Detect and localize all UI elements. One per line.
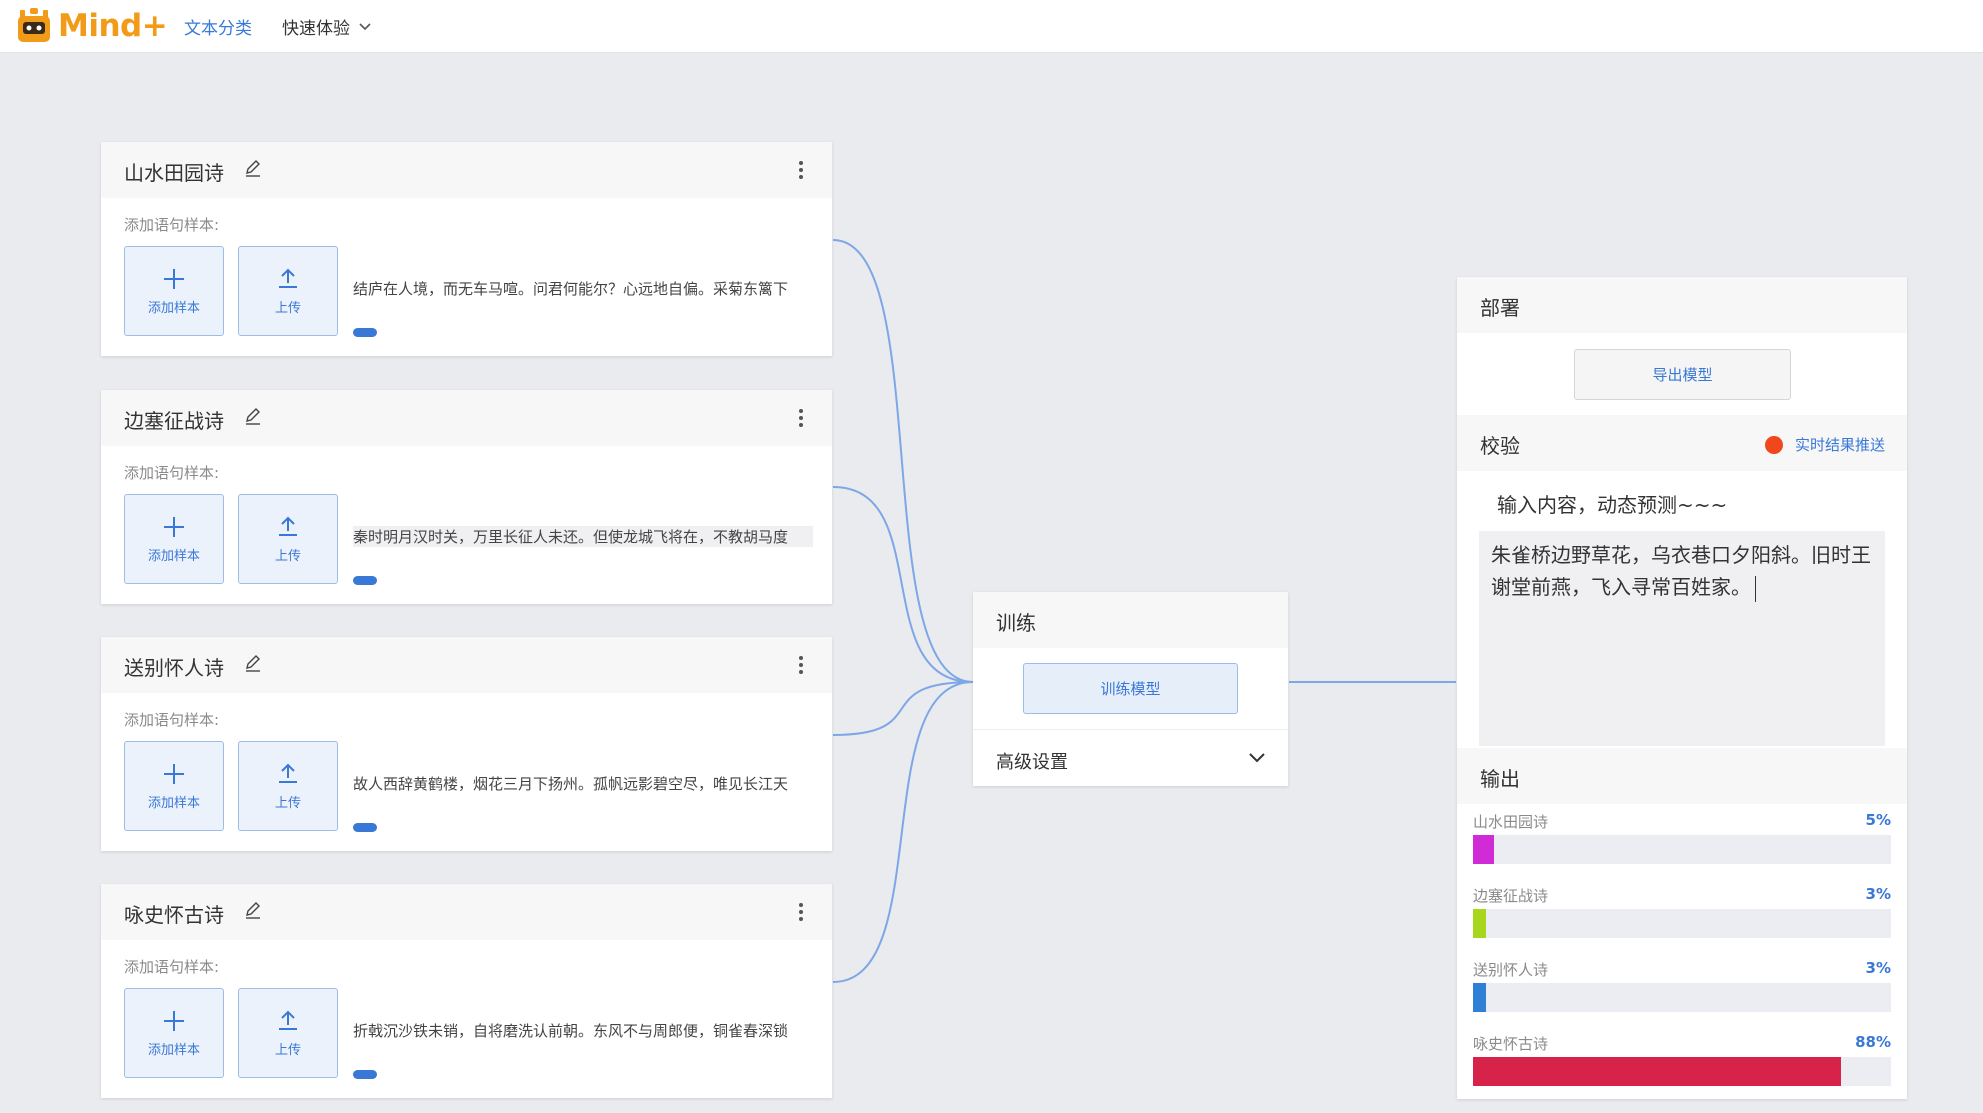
upload-icon — [279, 268, 297, 288]
sample-text-item[interactable]: 秦时明月汉时关，万里长征人未还。但使龙城飞将在，不教胡马度 — [353, 526, 813, 547]
verify-text-input[interactable]: 朱雀桥边野草花，乌衣巷口夕阳斜。旧时王谢堂前燕，飞入寻常百姓家。 — [1479, 531, 1885, 746]
plus-icon — [164, 1010, 184, 1031]
output-percent: 88% — [1855, 1033, 1891, 1051]
edit-pencil-icon[interactable] — [243, 899, 263, 921]
plus-icon — [164, 516, 184, 537]
output-bar-fill — [1473, 1057, 1841, 1086]
train-header: 训练 — [973, 592, 1288, 648]
advanced-settings-toggle[interactable]: 高级设置 — [973, 729, 1288, 786]
output-class-label: 送别怀人诗 — [1473, 961, 1549, 979]
class-card: 边塞征战诗 添加语句样本: 添加样本 上传 秦时明月汉时关，万里长征人未还。但使… — [101, 390, 832, 604]
edit-pencil-icon[interactable] — [243, 405, 263, 427]
output-class-label: 咏史怀古诗 — [1473, 1035, 1549, 1053]
edit-pencil-icon[interactable] — [243, 157, 263, 179]
sample-text-item[interactable]: 结庐在人境，而无车马喧。问君何能尔？心远地自偏。采菊东篱下 — [353, 278, 813, 299]
export-model-button[interactable]: 导出模型 — [1574, 349, 1791, 400]
more-vertical-icon[interactable] — [798, 160, 804, 180]
more-vertical-icon[interactable] — [798, 902, 804, 922]
upload-icon — [279, 763, 297, 783]
class-card: 送别怀人诗 添加语句样本: 添加样本 上传 故人西辞黄鹤楼，烟花三月下扬州。孤帆… — [101, 637, 832, 851]
realtime-push-label: 实时结果推送 — [1794, 436, 1885, 454]
output-bar-track — [1473, 909, 1891, 938]
more-vertical-icon[interactable] — [798, 408, 804, 428]
upload-icon — [279, 516, 297, 536]
class-title: 山水田园诗 — [124, 161, 224, 185]
class-card: 山水田园诗 添加语句样本: 添加样本 上传 结庐在人境，而无车马喧。问君何能尔？… — [101, 142, 832, 356]
train-title: 训练 — [996, 611, 1036, 635]
upload-button[interactable]: 上传 — [238, 741, 338, 831]
output-percent: 5% — [1865, 811, 1891, 829]
scroll-indicator[interactable] — [353, 823, 377, 832]
status-dot — [1764, 435, 1783, 454]
class-title: 咏史怀古诗 — [124, 903, 224, 927]
output-header: 输出 — [1457, 748, 1907, 804]
upload-button[interactable]: 上传 — [238, 988, 338, 1078]
sample-label: 添加语句样本: — [124, 216, 220, 234]
deploy-verify-panel: 部署 导出模型 校验 实时结果推送 输入内容，动态预测~~~ 朱雀桥边野草花，乌… — [1457, 277, 1907, 1099]
text-caret — [1755, 575, 1756, 602]
output-percent: 3% — [1865, 959, 1891, 977]
plus-icon — [164, 763, 184, 784]
upload-label: 上传 — [274, 1042, 301, 1058]
chevron-down-icon — [1249, 753, 1265, 763]
upload-label: 上传 — [274, 795, 301, 811]
scroll-indicator[interactable] — [353, 1070, 377, 1079]
plus-icon — [164, 268, 184, 289]
class-card: 咏史怀古诗 添加语句样本: 添加样本 上传 折戟沉沙铁未销，自将磨洗认前朝。东风… — [101, 884, 832, 1098]
class-card-header: 山水田园诗 — [101, 142, 832, 198]
verify-title: 校验 — [1480, 434, 1520, 458]
upload-icon — [279, 1010, 297, 1030]
output-bar-track — [1473, 1057, 1891, 1086]
class-title: 边塞征战诗 — [124, 409, 224, 433]
deploy-title: 部署 — [1480, 296, 1520, 320]
more-vertical-icon[interactable] — [798, 655, 804, 675]
deploy-header: 部署 — [1457, 277, 1907, 333]
add-sample-label: 添加样本 — [147, 300, 200, 316]
upload-button[interactable]: 上传 — [238, 246, 338, 336]
input-prompt: 输入内容，动态预测~~~ — [1497, 493, 1728, 517]
edit-pencil-icon[interactable] — [243, 652, 263, 674]
scroll-indicator[interactable] — [353, 576, 377, 585]
output-class-label: 边塞征战诗 — [1473, 887, 1549, 905]
sample-text-item[interactable]: 折戟沉沙铁未销，自将磨洗认前朝。东风不与周郎便，铜雀春深锁 — [353, 1020, 813, 1041]
sample-text-item[interactable]: 故人西辞黄鹤楼，烟花三月下扬州。孤帆远影碧空尽，唯见长江天 — [353, 773, 813, 794]
add-sample-button[interactable]: 添加样本 — [124, 741, 224, 831]
sample-label: 添加语句样本: — [124, 958, 220, 976]
class-card-header: 送别怀人诗 — [101, 637, 832, 693]
output-bar-track — [1473, 835, 1891, 864]
verify-header: 校验 实时结果推送 — [1457, 415, 1907, 471]
sample-label: 添加语句样本: — [124, 711, 220, 729]
train-panel: 训练 训练模型 高级设置 — [973, 592, 1288, 786]
train-model-button[interactable]: 训练模型 — [1023, 663, 1238, 714]
upload-button[interactable]: 上传 — [238, 494, 338, 584]
output-bar-fill — [1473, 835, 1494, 864]
output-bar-fill — [1473, 909, 1486, 938]
scroll-indicator[interactable] — [353, 328, 377, 337]
add-sample-label: 添加样本 — [147, 795, 200, 811]
output-bar-track — [1473, 983, 1891, 1012]
add-sample-label: 添加样本 — [147, 1042, 200, 1058]
upload-label: 上传 — [274, 300, 301, 316]
upload-label: 上传 — [274, 548, 301, 564]
class-card-header: 咏史怀古诗 — [101, 884, 832, 940]
add-sample-label: 添加样本 — [147, 548, 200, 564]
output-percent: 3% — [1865, 885, 1891, 903]
output-bar-fill — [1473, 983, 1486, 1012]
verify-input-value: 朱雀桥边野草花，乌衣巷口夕阳斜。旧时王谢堂前燕，飞入寻常百姓家。 — [1491, 543, 1871, 599]
add-sample-button[interactable]: 添加样本 — [124, 494, 224, 584]
output-class-label: 山水田园诗 — [1473, 813, 1549, 831]
add-sample-button[interactable]: 添加样本 — [124, 988, 224, 1078]
realtime-push-toggle[interactable]: 实时结果推送 — [1764, 434, 1885, 455]
sample-label: 添加语句样本: — [124, 464, 220, 482]
class-title: 送别怀人诗 — [124, 656, 224, 680]
add-sample-button[interactable]: 添加样本 — [124, 246, 224, 336]
class-card-header: 边塞征战诗 — [101, 390, 832, 446]
output-title: 输出 — [1480, 767, 1520, 791]
advanced-settings-label: 高级设置 — [996, 752, 1068, 773]
